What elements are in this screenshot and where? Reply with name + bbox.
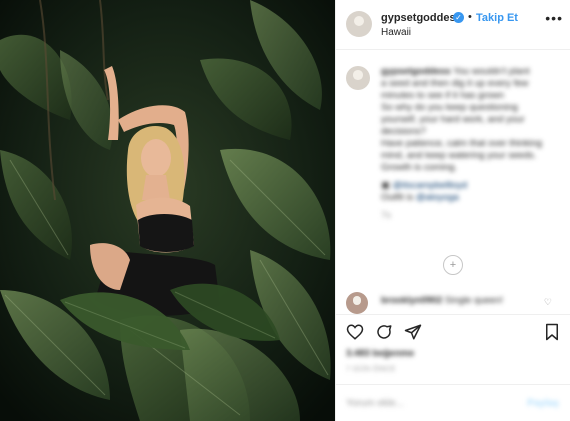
separator-dot: • <box>468 11 472 23</box>
author-username[interactable]: gypsetgoddess <box>381 12 462 24</box>
caption-username[interactable]: gypsetgoddess <box>381 66 451 77</box>
caption-line: minutes to see if it has grown <box>381 90 505 101</box>
post-photo-art <box>0 0 335 421</box>
caption-line: Growth is coming. <box>381 162 458 173</box>
outfit-tag[interactable]: @aloyoga <box>416 192 459 203</box>
comment-like-icon[interactable]: ♡ <box>544 297 552 308</box>
caption-line: yourself, your hard work, and your <box>381 114 525 125</box>
commenter-avatar[interactable] <box>346 292 368 314</box>
outfit-text: Outfit is <box>381 192 416 203</box>
location-link[interactable]: Hawaii <box>381 27 411 38</box>
caption-line: You wouldn't plant <box>453 66 530 77</box>
camera-icon: ▣ <box>381 180 390 191</box>
likes-count[interactable]: 3.483 beğenme <box>346 348 414 359</box>
comment-icon[interactable] <box>373 321 395 343</box>
caption-avatar[interactable] <box>346 66 370 90</box>
comment-input[interactable]: Yorum ekle... <box>346 398 404 409</box>
post-header: gypsetgoddess ✓ • Takip Et Hawaii ••• <box>336 0 570 50</box>
post-caption: gypsetgoddess You wouldn't plant a seed … <box>381 66 561 222</box>
caption-line: a seed and then dig it up every few <box>381 78 529 89</box>
verified-badge-icon: ✓ <box>453 12 464 23</box>
share-icon[interactable] <box>402 321 424 343</box>
caption-time: 7s <box>381 210 392 221</box>
photographer-tag[interactable]: @itscampbellloyd <box>393 180 468 191</box>
author-avatar[interactable] <box>346 11 372 37</box>
post-detail-panel: gypsetgoddess ✓ • Takip Et Hawaii ••• gy… <box>335 0 570 421</box>
caption-line: decisions? <box>381 126 426 137</box>
follow-button[interactable]: Takip Et <box>476 12 518 24</box>
post-comment-button[interactable]: Paylaş <box>527 398 559 409</box>
comment-username[interactable]: brooklyn0902 <box>381 295 442 306</box>
comment-text: Single queen! <box>444 295 503 306</box>
bookmark-icon[interactable] <box>541 321 563 343</box>
heart-icon[interactable] <box>344 321 366 343</box>
more-options-icon[interactable]: ••• <box>545 10 563 26</box>
post-photo[interactable] <box>0 0 335 421</box>
comment-item: brooklyn0902 Single queen! <box>381 295 503 306</box>
caption-line: So why do you keep questioning <box>381 102 518 113</box>
caption-line: Have patience, calm that over thinking <box>381 138 543 149</box>
post-timestamp: 7 GÜN ÖNCE <box>346 364 396 373</box>
plus-circle-icon[interactable]: + <box>443 255 463 275</box>
caption-line: mind, and keep watering your seeds. <box>381 150 537 161</box>
action-bar <box>336 314 570 350</box>
add-comment-bar: Yorum ekle... Paylaş <box>336 384 570 421</box>
